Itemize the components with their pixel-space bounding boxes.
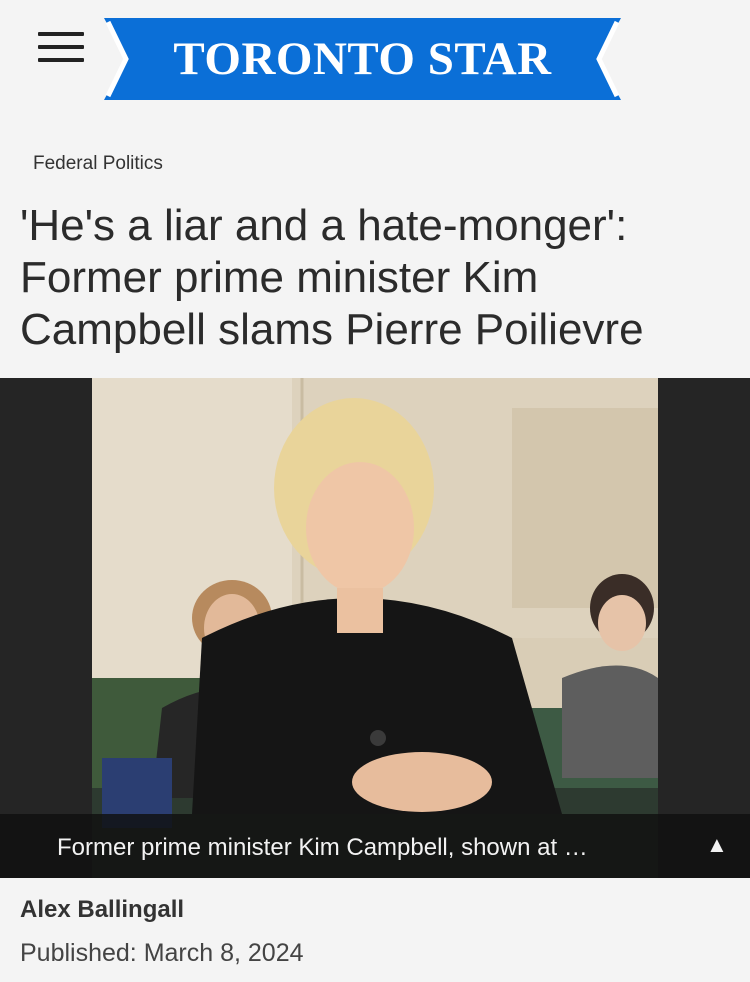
hamburger-menu-icon[interactable] — [38, 32, 86, 64]
photo-caption-bar[interactable]: Former prime minister Kim Campbell, show… — [0, 814, 750, 878]
published-date: Published: March 8, 2024 — [20, 939, 304, 967]
site-header: TORONTO STAR — [0, 0, 750, 120]
triangle-up-icon[interactable]: ▲ — [706, 832, 728, 858]
article-headline: 'He's a liar and a hate-monger': Former … — [20, 201, 644, 354]
author-name[interactable]: Alex Ballingall — [20, 896, 184, 924]
toronto-star-logo[interactable]: TORONTO STAR — [104, 18, 621, 100]
logo-text: TORONTO STAR — [173, 33, 552, 85]
article-photo[interactable]: Former prime minister Kim Campbell, show… — [0, 378, 750, 878]
photo-image — [92, 378, 658, 878]
section-label[interactable]: Federal Politics — [33, 153, 163, 175]
photo-caption: Former prime minister Kim Campbell, show… — [57, 834, 588, 861]
